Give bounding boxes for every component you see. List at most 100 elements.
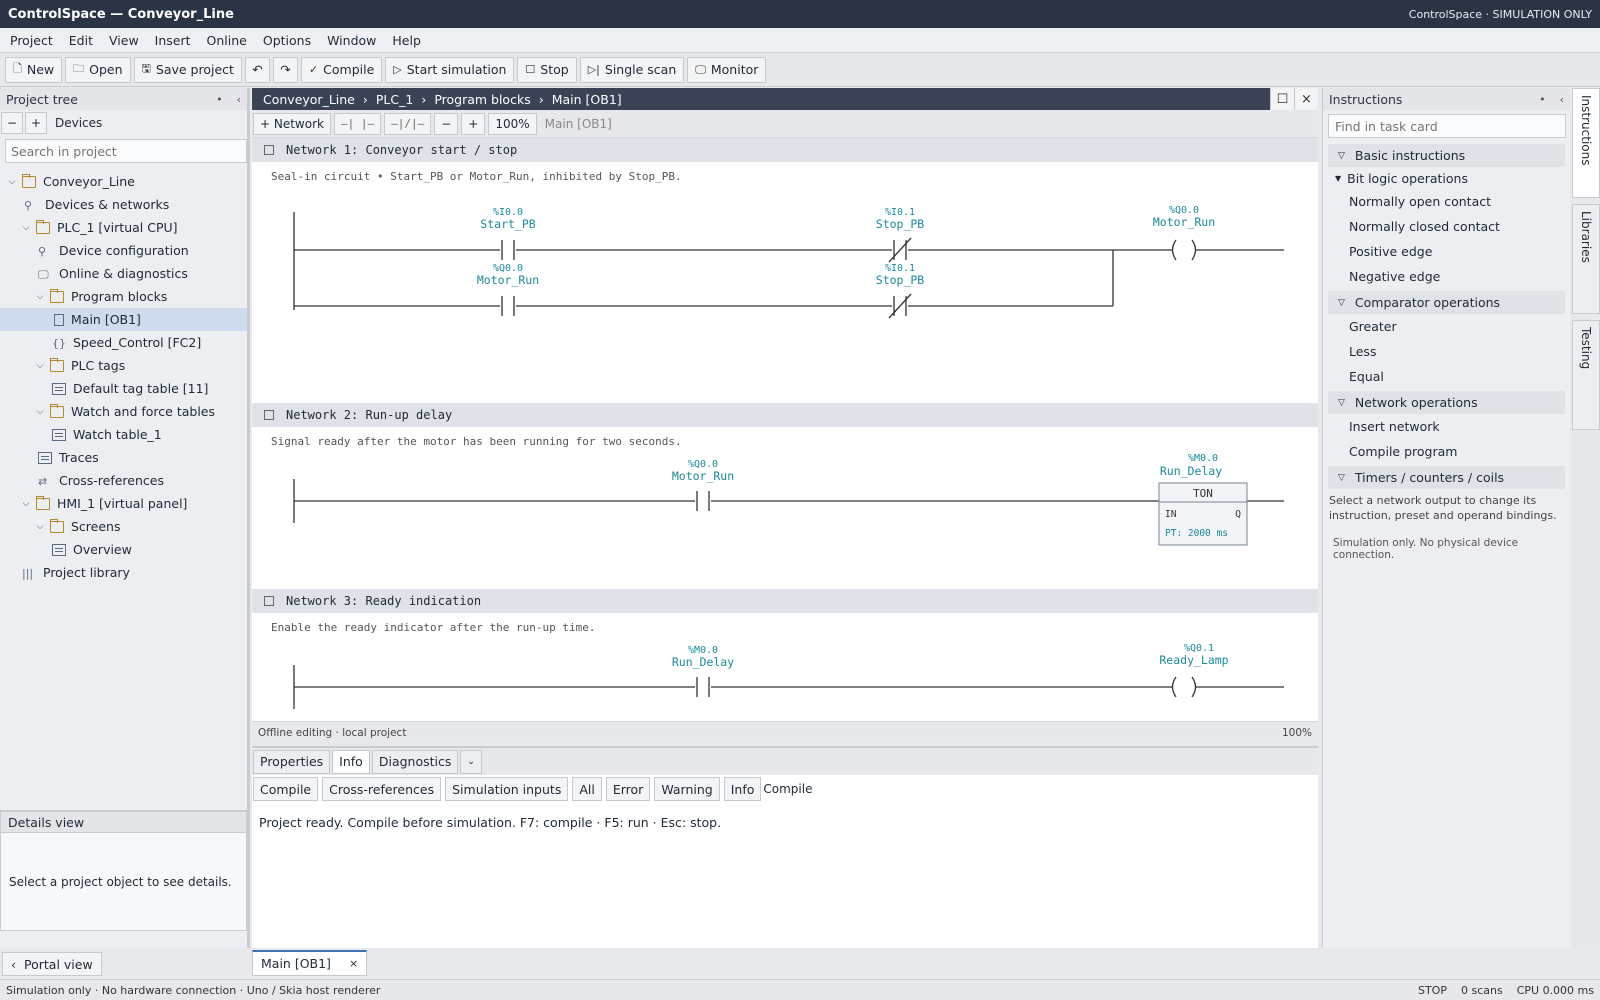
insert-no-contact-button[interactable]: —| |—	[333, 112, 382, 135]
insert-nc-contact-button[interactable]: —|/|—	[384, 112, 432, 135]
section-basic-instructions[interactable]: ▽ Basic instructions	[1328, 144, 1565, 167]
network-3-header[interactable]: Network 3: Ready indication	[252, 589, 1318, 613]
tree-item-project-library[interactable]: ||| Project library	[0, 561, 247, 584]
chevron-down-icon[interactable]: ⌵	[34, 361, 46, 371]
instruction-item[interactable]: Normally closed contact	[1328, 214, 1565, 239]
operand-name[interactable]: Stop_PB	[876, 217, 925, 231]
tree-item-device-config[interactable]: ⚲ Device configuration	[0, 239, 247, 262]
open-tab-main-ob1[interactable]: Main [OB1] ×	[252, 950, 368, 976]
operand-name[interactable]: Stop_PB	[876, 273, 925, 287]
operand-name[interactable]: Start_PB	[480, 217, 535, 231]
filter-simulation-inputs[interactable]: Simulation inputs	[445, 777, 569, 801]
close-icon[interactable]: ×	[1294, 88, 1318, 110]
group-bit-logic[interactable]: ▼ Bit logic operations	[1328, 167, 1565, 189]
zoom-in-button[interactable]: +	[461, 112, 486, 135]
new-button[interactable]: 🗋 New	[5, 56, 63, 83]
collapse-panel-icon[interactable]: ‹	[1560, 93, 1564, 106]
tree-item-main-ob1[interactable]: Main [OB1]	[0, 308, 247, 331]
tree-item-speed-control[interactable]: {} Speed_Control [FC2]	[0, 331, 247, 354]
filter-cross-references[interactable]: Cross-references	[322, 777, 442, 801]
operand-name[interactable]: Run_Delay	[672, 655, 734, 669]
portal-view-button[interactable]: ‹ Portal view	[2, 952, 102, 976]
menu-project[interactable]: Project	[2, 33, 61, 48]
side-tab-testing[interactable]: Testing	[1572, 320, 1600, 430]
start-simulation-button[interactable]: ▷ Start simulation	[385, 56, 515, 83]
tree-item-devices-networks[interactable]: ⚲ Devices & networks	[0, 193, 247, 216]
chevron-down-icon[interactable]: ⌵	[20, 223, 32, 233]
network-2-header[interactable]: Network 2: Run-up delay	[252, 403, 1318, 427]
tree-item-cross-references[interactable]: ⇄ Cross-references	[0, 469, 247, 492]
tree-item-hmi1[interactable]: ⌵ HMI_1 [virtual panel]	[0, 492, 247, 515]
breadcrumb-item[interactable]: Main [OB1]	[552, 92, 622, 107]
instruction-item[interactable]: Greater	[1328, 314, 1565, 339]
collapse-panel-icon[interactable]: ‹	[237, 93, 241, 106]
instruction-item[interactable]: Negative edge	[1328, 264, 1565, 289]
section-timers[interactable]: ▽ Timers / counters / coils	[1328, 466, 1565, 489]
network-1-header[interactable]: Network 1: Conveyor start / stop	[252, 138, 1318, 162]
chevron-down-icon[interactable]: ⌵	[34, 292, 46, 302]
monitor-button[interactable]: 🖵 Monitor	[687, 56, 767, 83]
maximize-icon[interactable]: ☐	[1270, 88, 1294, 110]
menu-options[interactable]: Options	[255, 33, 319, 48]
find-task-card-input[interactable]	[1328, 114, 1566, 138]
pin-icon[interactable]: •	[1539, 93, 1546, 106]
tree-item-traces[interactable]: Traces	[0, 446, 247, 469]
tree-item-online-diagnostics[interactable]: 🖵 Online & diagnostics	[0, 262, 247, 285]
tree-item-screens[interactable]: ⌵ Screens	[0, 515, 247, 538]
project-search-input[interactable]	[5, 139, 247, 163]
filter-error[interactable]: Error	[605, 777, 651, 801]
compile-button[interactable]: ✓ Compile	[300, 56, 383, 83]
chevron-down-icon[interactable]: ⌵	[34, 522, 46, 532]
tree-item-overview[interactable]: Overview	[0, 538, 247, 561]
save-button[interactable]: 🖫 Save project	[133, 56, 242, 83]
expand-all-button[interactable]: +	[25, 112, 47, 134]
operand-name[interactable]: Run_Delay	[1160, 464, 1222, 478]
tree-item-conveyor-line[interactable]: ⌵ Conveyor_Line	[0, 170, 247, 193]
menu-online[interactable]: Online	[199, 33, 255, 48]
timer-preset[interactable]: PT: 2000 ms	[1165, 528, 1228, 539]
instruction-item[interactable]: Compile program	[1328, 439, 1565, 464]
side-tab-libraries[interactable]: Libraries	[1572, 204, 1600, 314]
instruction-item[interactable]: Less	[1328, 339, 1565, 364]
operand-name[interactable]: Ready_Lamp	[1159, 653, 1228, 667]
open-button[interactable]: 🗀 Open	[65, 56, 131, 83]
instruction-item[interactable]: Normally open contact	[1328, 189, 1565, 214]
pin-icon[interactable]: •	[216, 93, 223, 106]
collapse-all-button[interactable]: −	[1, 112, 23, 134]
chevron-down-icon[interactable]: ⌵	[6, 177, 18, 187]
breadcrumb-item[interactable]: Program blocks	[434, 92, 530, 107]
breadcrumb-item[interactable]: Conveyor_Line	[263, 92, 355, 107]
menu-view[interactable]: View	[101, 33, 147, 48]
section-comparator[interactable]: ▽ Comparator operations	[1328, 291, 1565, 314]
network-collapse-icon[interactable]	[264, 596, 274, 606]
filter-warning[interactable]: Warning	[654, 777, 720, 801]
tree-item-default-tag-table[interactable]: Default tag table [11]	[0, 377, 247, 400]
instruction-item[interactable]: Equal	[1328, 364, 1565, 389]
side-tab-instructions[interactable]: Instructions	[1572, 88, 1600, 198]
chevron-down-icon[interactable]: ⌵	[34, 407, 46, 417]
stop-button[interactable]: ☐ Stop	[517, 56, 577, 83]
tree-item-program-blocks[interactable]: ⌵ Program blocks	[0, 285, 247, 308]
tree-item-plc-tags[interactable]: ⌵ PLC tags	[0, 354, 247, 377]
chevron-down-icon[interactable]: ⌵	[20, 499, 32, 509]
tree-item-watch-force[interactable]: ⌵ Watch and force tables	[0, 400, 247, 423]
tab-info[interactable]: Info	[332, 749, 370, 774]
tab-properties[interactable]: Properties	[253, 749, 331, 774]
menu-window[interactable]: Window	[319, 33, 384, 48]
section-network-operations[interactable]: ▽ Network operations	[1328, 391, 1565, 414]
tree-item-plc1[interactable]: ⌵ PLC_1 [virtual CPU]	[0, 216, 247, 239]
filter-compile[interactable]: Compile	[253, 777, 319, 801]
instruction-item[interactable]: Insert network	[1328, 414, 1565, 439]
menu-edit[interactable]: Edit	[61, 33, 101, 48]
menu-insert[interactable]: Insert	[147, 33, 199, 48]
filter-info[interactable]: Info	[723, 777, 762, 801]
breadcrumb-item[interactable]: PLC_1	[376, 92, 413, 107]
tabs-overflow-button[interactable]: ⌄	[460, 749, 482, 774]
single-scan-button[interactable]: ▷| Single scan	[579, 56, 685, 83]
network-collapse-icon[interactable]	[264, 410, 274, 420]
undo-button[interactable]: ↶	[244, 56, 270, 83]
operand-name[interactable]: Motor_Run	[1153, 215, 1215, 229]
network-collapse-icon[interactable]	[264, 145, 274, 155]
tree-item-watch-table[interactable]: Watch table_1	[0, 423, 247, 446]
ton-timer-block[interactable]: TON IN Q PT: 2000 ms	[1158, 482, 1248, 546]
